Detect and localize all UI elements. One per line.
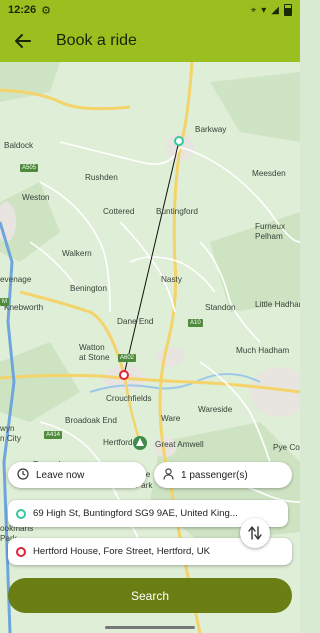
leave-now-label: Leave now: [36, 469, 85, 481]
map-place-label: n City: [0, 434, 21, 443]
map-place-label: Barkway: [195, 125, 227, 134]
map-place-label: Benington: [70, 284, 107, 293]
passengers-chip[interactable]: 1 passenger(s): [154, 462, 292, 488]
screen: 12:26 ⚙ ⌖ ▾ ◢ Book a ride Baldock Barkwa…: [0, 0, 300, 633]
road-number-badge: A10: [188, 319, 203, 327]
map-place-label: Wareside: [198, 405, 233, 414]
map-place-label: wyn: [0, 424, 15, 433]
map-place-label: Standon: [205, 303, 236, 312]
map-place-label: Crouchfields: [106, 394, 152, 403]
clock-icon: [17, 467, 29, 483]
page-title: Book a ride: [56, 32, 137, 49]
map-place-label: Cottered: [103, 207, 135, 216]
road-number-badge: M: [0, 298, 9, 306]
map-place-label: Watton: [79, 343, 105, 352]
leave-now-chip[interactable]: Leave now: [8, 462, 146, 488]
destination-address: Hertford House, Fore Street, Hertford, U…: [33, 546, 211, 557]
road-number-badge: A505: [20, 164, 39, 172]
road-number-badge: A602: [118, 354, 137, 362]
swap-arrows-icon: [248, 526, 262, 540]
map-place-label: evenage: [0, 275, 32, 284]
map-place-label: Ware: [161, 414, 181, 423]
map-place-label: Broadoak End: [65, 416, 117, 425]
back-arrow-icon[interactable]: [12, 30, 34, 52]
passengers-label: 1 passenger(s): [181, 469, 248, 481]
settings-gear-icon: ⚙: [41, 4, 52, 17]
map-place-label: Pye Co: [273, 443, 300, 452]
map-place-label: Walkern: [62, 249, 92, 258]
map-place-label: Meesden: [252, 169, 286, 178]
map-place-label: Baldock: [4, 141, 34, 150]
map-place-label: at Stone: [79, 353, 110, 362]
origin-dot-icon: [16, 508, 26, 519]
search-button[interactable]: Search: [8, 578, 292, 613]
origin-address: 69 High St, Buntingford SG9 9AE, United …: [33, 508, 238, 519]
swap-locations-button[interactable]: [240, 518, 270, 548]
app-bar: Book a ride: [0, 20, 300, 62]
home-indicator[interactable]: [105, 625, 195, 629]
map-place-label: Dane End: [117, 317, 154, 326]
map-place-label: Rushden: [85, 173, 118, 182]
map-place-label: Little Hadham: [255, 300, 300, 309]
person-icon: [163, 467, 174, 483]
status-bar: 12:26 ⚙ ⌖ ▾ ◢: [0, 0, 300, 20]
map-place-label: Pelham: [255, 232, 283, 241]
status-icons: ⌖ ▾ ◢: [251, 4, 292, 16]
road-number-badge: A414: [44, 431, 63, 439]
location-icon: ⌖: [250, 4, 257, 16]
destination-dot-icon: [16, 546, 26, 557]
gesture-nav-bar: [0, 621, 300, 633]
battery-icon: [284, 4, 292, 16]
map-place-label: Hertford: [103, 438, 133, 447]
wifi-icon: ▾: [261, 4, 267, 16]
map-place-label: Knebworth: [4, 303, 44, 312]
map-place-label: Furneux: [255, 222, 286, 231]
map-place-label: Nasty: [161, 275, 182, 284]
map-place-label: Much Hadham: [236, 346, 290, 355]
map-place-label: Weston: [22, 193, 50, 202]
map-place-label: Great Amwell: [155, 440, 204, 449]
status-time: 12:26: [8, 4, 37, 16]
signal-icon: ◢: [271, 4, 279, 16]
map-place-label: Buntingford: [156, 207, 198, 216]
